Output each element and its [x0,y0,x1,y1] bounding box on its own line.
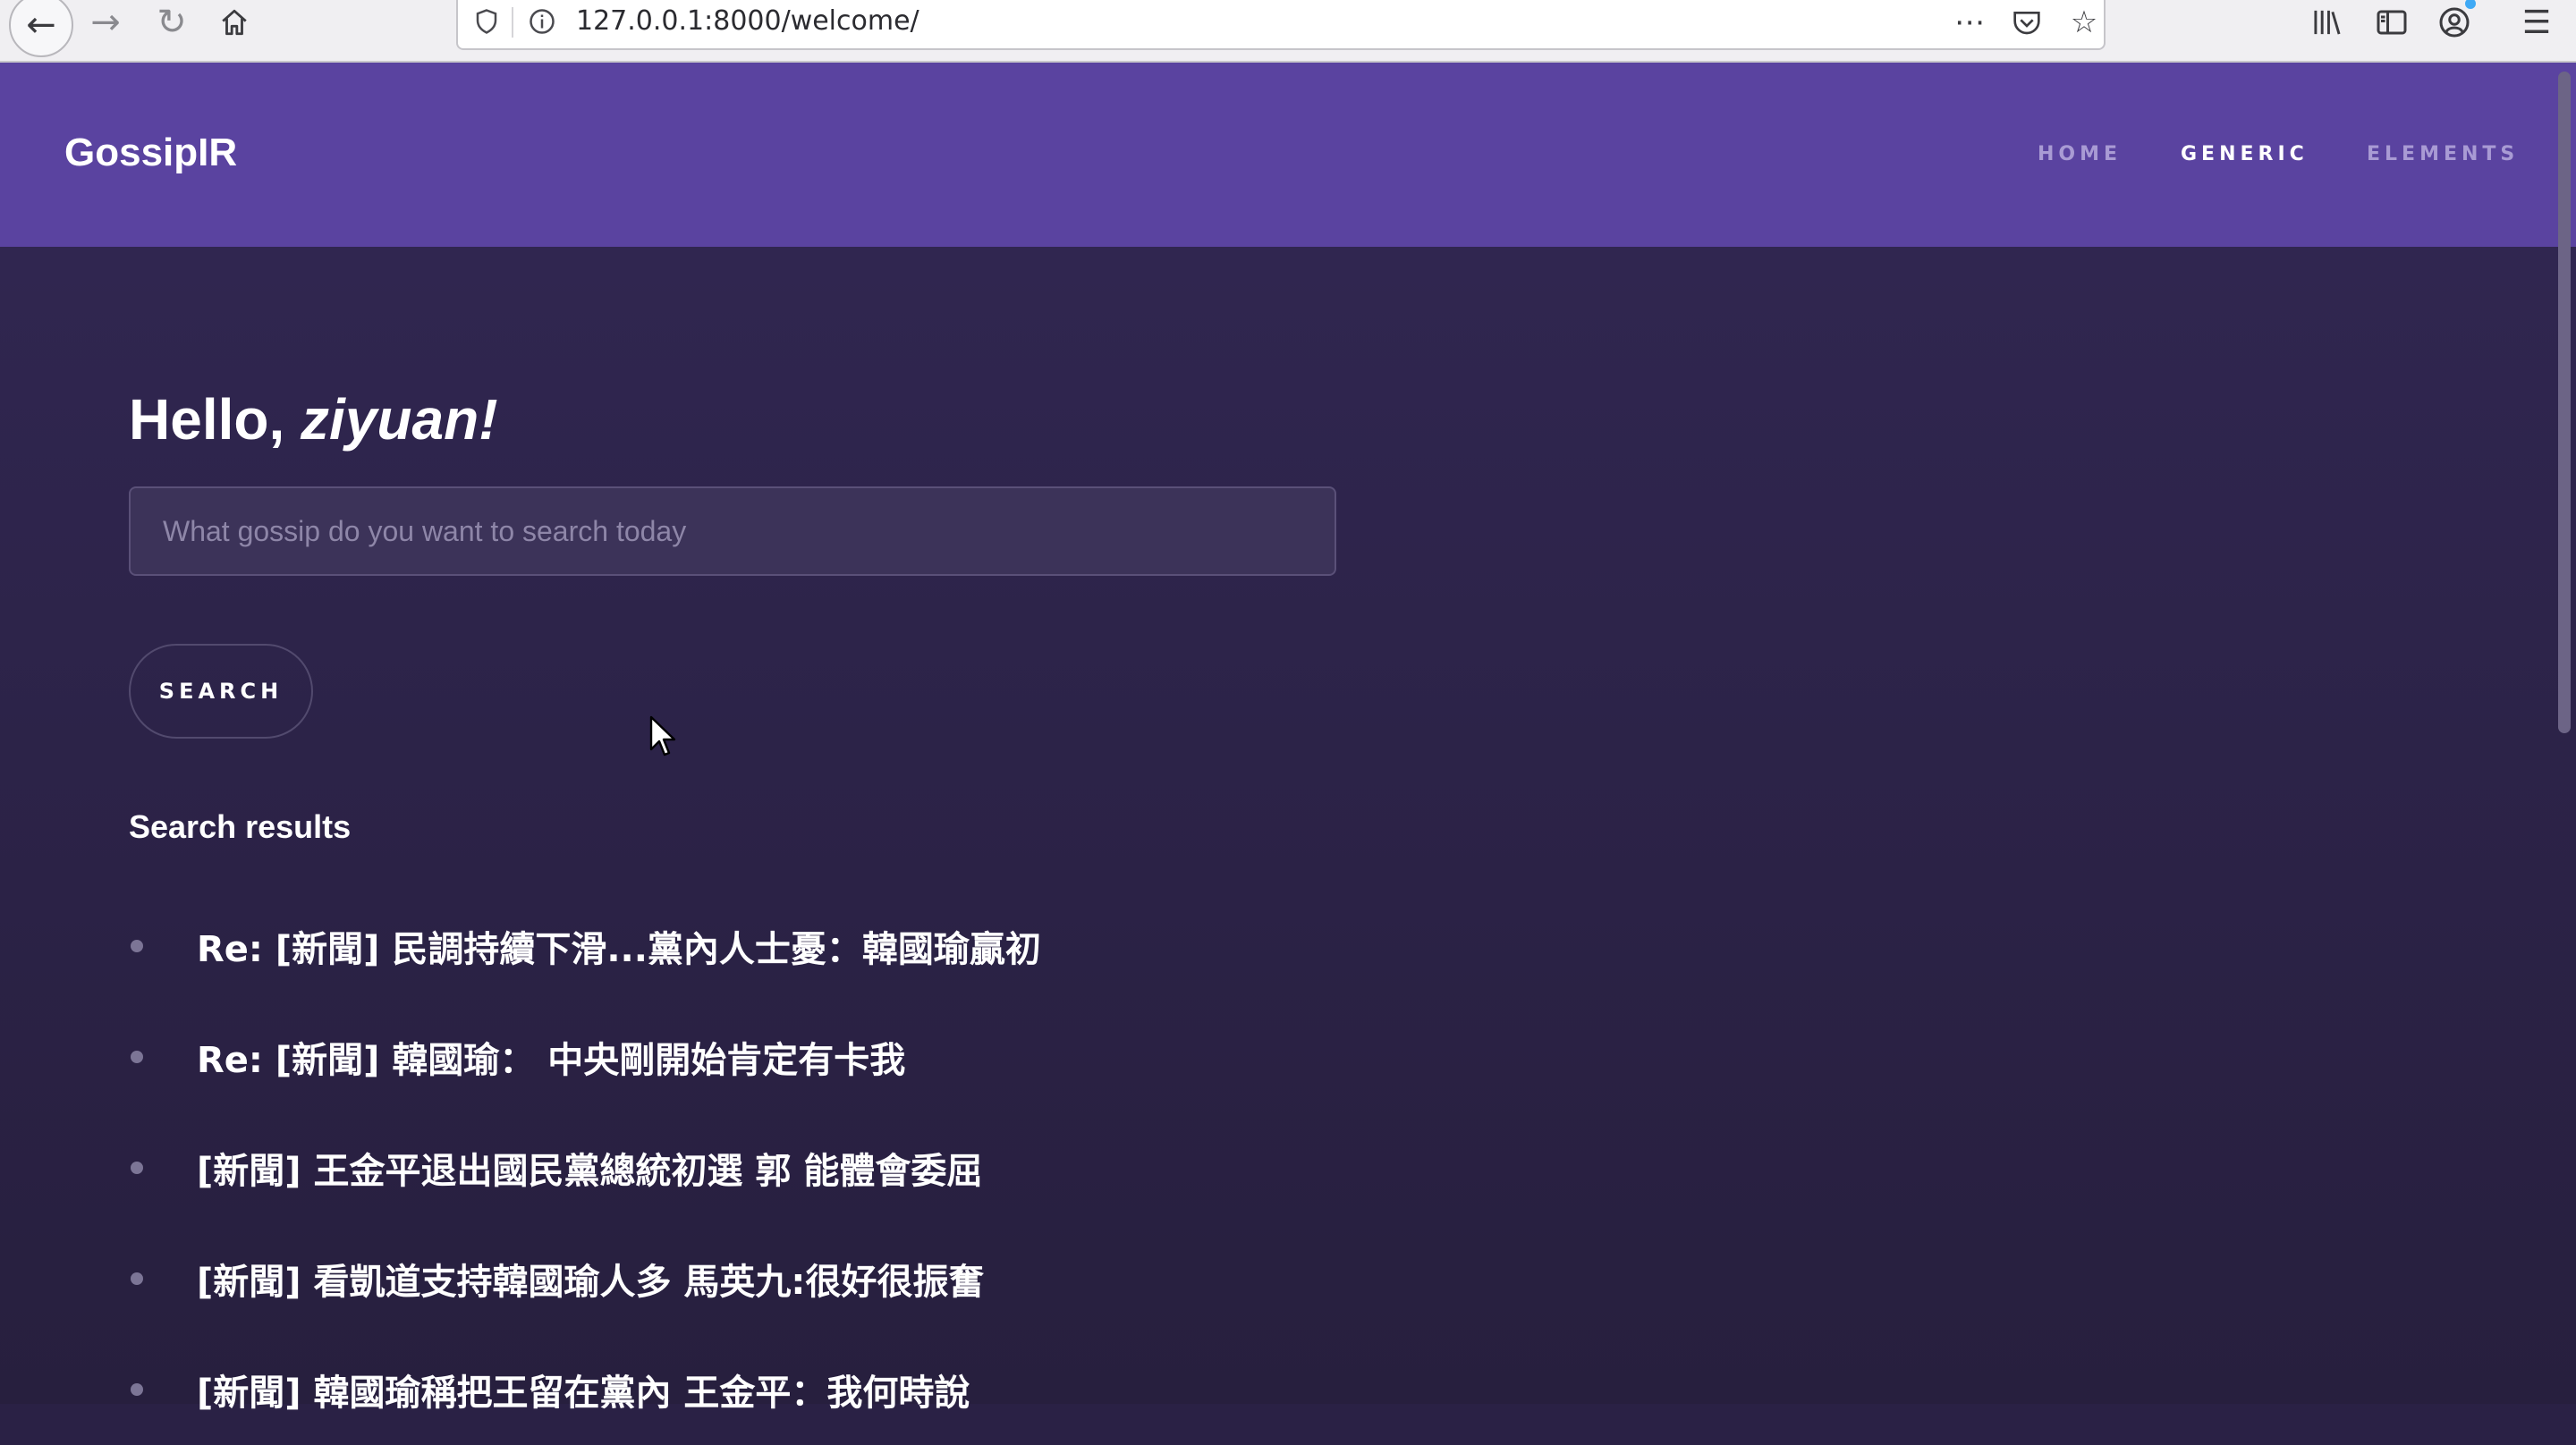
address-separator [512,7,513,38]
bullet [131,940,143,952]
info-icon[interactable] [524,4,560,39]
result-link[interactable]: [新聞] 看凱道支持韓國瑜人多 馬英九:很好很振奮 [197,1253,984,1305]
site-logo[interactable]: GossipIR [64,131,237,175]
back-arrow-icon: ← [26,4,56,46]
browser-toolbar: ← → ↻ 127.0.0.1:8000/welcome/ ⋯ ☆ ☰ [0,0,2576,63]
bullet [131,1051,143,1063]
list-item: Re: [新聞] 民調持續下滑...黨內人士憂：韓國瑜贏初 [129,891,1041,1001]
home-icon [222,9,247,36]
bullet [131,1162,143,1174]
username: ziyuan! [301,387,498,452]
greeting-heading: Hello, ziyuan! [129,386,498,452]
sync-dot [2465,0,2476,9]
pocket-icon[interactable] [2005,2,2048,43]
library-icon[interactable] [2302,0,2352,45]
list-item: [新聞] 王金平退出國民黨總統初選 郭 能體會委屈 [129,1112,1041,1223]
results-list: Re: [新聞] 民調持續下滑...黨內人士憂：韓國瑜贏初 Re: [新聞] 韓… [129,891,1041,1445]
results-heading: Search results [129,808,352,845]
list-item: [新聞] 韓國瑜稱把王留在黨內 王金平：我何時說 [129,1334,1041,1445]
hamburger-menu-icon[interactable]: ☰ [2512,0,2562,45]
more-dots-icon[interactable]: ⋯ [1948,2,1991,43]
site-header: GossipIR HOME GENERIC ELEMENTS [0,63,2576,247]
result-link[interactable]: Re: [新聞] 韓國瑜： 中央剛開始肯定有卡我 [197,1031,905,1083]
reload-icon: ↻ [157,2,187,43]
result-link[interactable]: [新聞] 韓國瑜稱把王留在黨內 王金平：我何時說 [197,1364,970,1415]
search-input[interactable] [129,486,1336,576]
list-item: [新聞] 看凱道支持韓國瑜人多 馬英九:很好很振奮 [129,1223,1041,1334]
nav-generic[interactable]: GENERIC [2181,143,2309,165]
forward-button[interactable]: → [79,0,132,45]
account-icon[interactable] [2429,0,2479,45]
address-bar[interactable]: 127.0.0.1:8000/welcome/ ⋯ ☆ [456,0,2106,50]
bullet [131,1383,143,1396]
sidebar-icon[interactable] [2367,0,2417,45]
result-link[interactable]: Re: [新聞] 民調持續下滑...黨內人士憂：韓國瑜贏初 [197,920,1041,972]
url-text[interactable]: 127.0.0.1:8000/welcome/ [576,5,919,37]
reload-button[interactable]: ↻ [145,0,199,45]
bullet [131,1272,143,1285]
main-content: Hello, ziyuan! SEARCH Search results Re:… [0,247,2576,1414]
back-button[interactable]: ← [9,0,73,57]
nav-elements[interactable]: ELEMENTS [2367,143,2519,165]
mouse-cursor-icon [649,715,676,756]
result-link[interactable]: [新聞] 王金平退出國民黨總統初選 郭 能體會委屈 [197,1142,982,1194]
nav-home[interactable]: HOME [2038,143,2122,165]
shield-icon[interactable] [469,4,504,39]
greeting-prefix: Hello, [129,387,285,452]
star-icon[interactable]: ☆ [2063,2,2106,43]
list-item: Re: [新聞] 韓國瑜： 中央剛開始肯定有卡我 [129,1001,1041,1112]
page-scrollbar[interactable] [2558,72,2571,733]
forward-arrow-icon: → [90,2,121,43]
home-button[interactable] [208,0,261,45]
search-button[interactable]: SEARCH [129,644,313,739]
